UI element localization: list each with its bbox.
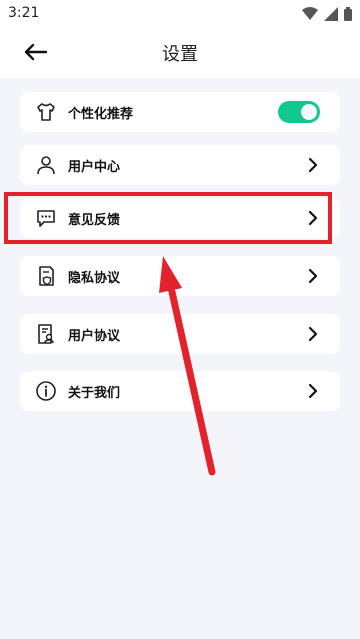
chevron-right-icon [308,157,318,173]
settings-item-label: 关于我们 [68,386,121,401]
settings-item-personalized-recommendation: 个性化推荐 [20,92,340,132]
chevron-right-icon [308,383,318,399]
info-icon [36,381,56,401]
settings-item-privacy-agreement[interactable]: 隐私协议 [20,256,340,296]
signal-icon [324,7,338,21]
app-header: 设置 [0,28,360,78]
annotation-highlight-box [4,192,332,244]
settings-item-label: 用户中心 [68,160,121,175]
wifi-icon [302,7,318,20]
settings-item-label: 用户协议 [68,329,121,344]
settings-item-label: 个性化推荐 [68,107,134,122]
settings-item-about-us[interactable]: 关于我们 [20,371,340,411]
toggle-knob [301,104,317,120]
status-bar: 3:21 [0,0,360,28]
chevron-right-icon [308,326,318,342]
privacy-document-icon [39,266,54,286]
tshirt-icon [37,103,55,121]
settings-item-user-center[interactable]: 用户中心 [20,145,340,185]
chevron-right-icon [308,268,318,284]
status-icons [302,7,352,21]
user-icon [37,156,55,175]
settings-item-user-agreement[interactable]: 用户协议 [20,314,340,354]
settings-item-label: 隐私协议 [68,271,121,286]
battery-icon [344,7,352,21]
status-time: 3:21 [8,5,40,21]
user-agreement-icon [38,324,54,344]
personalized-recommendation-toggle[interactable] [278,101,320,123]
page-title: 设置 [162,44,198,65]
